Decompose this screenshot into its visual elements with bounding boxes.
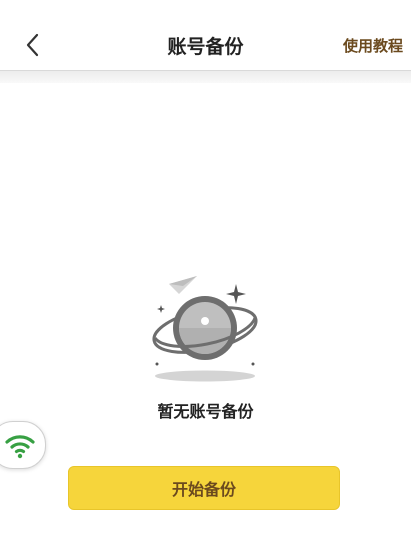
dot-icon (251, 362, 255, 366)
dot-icon (155, 362, 159, 366)
wifi-icon (5, 435, 35, 459)
chevron-left-icon (26, 33, 39, 57)
sparkle-small-icon (157, 305, 165, 313)
tutorial-link[interactable]: 使用教程 (343, 35, 403, 56)
start-backup-button[interactable]: 开始备份 (68, 466, 340, 510)
back-button[interactable] (18, 30, 48, 60)
planet-icon (152, 276, 258, 382)
sparkle-icon (226, 284, 246, 304)
header-divider (0, 71, 411, 83)
paper-plane-icon (169, 276, 197, 294)
planet-shadow (155, 370, 255, 382)
navigation-bar: 账号备份 使用教程 (0, 0, 411, 71)
account-backup-screen: 账号备份 使用教程 暂无账号备份 开始备份 (0, 0, 411, 537)
empty-state-message: 暂无账号备份 (157, 402, 254, 421)
wifi-floating-button[interactable] (0, 421, 46, 469)
